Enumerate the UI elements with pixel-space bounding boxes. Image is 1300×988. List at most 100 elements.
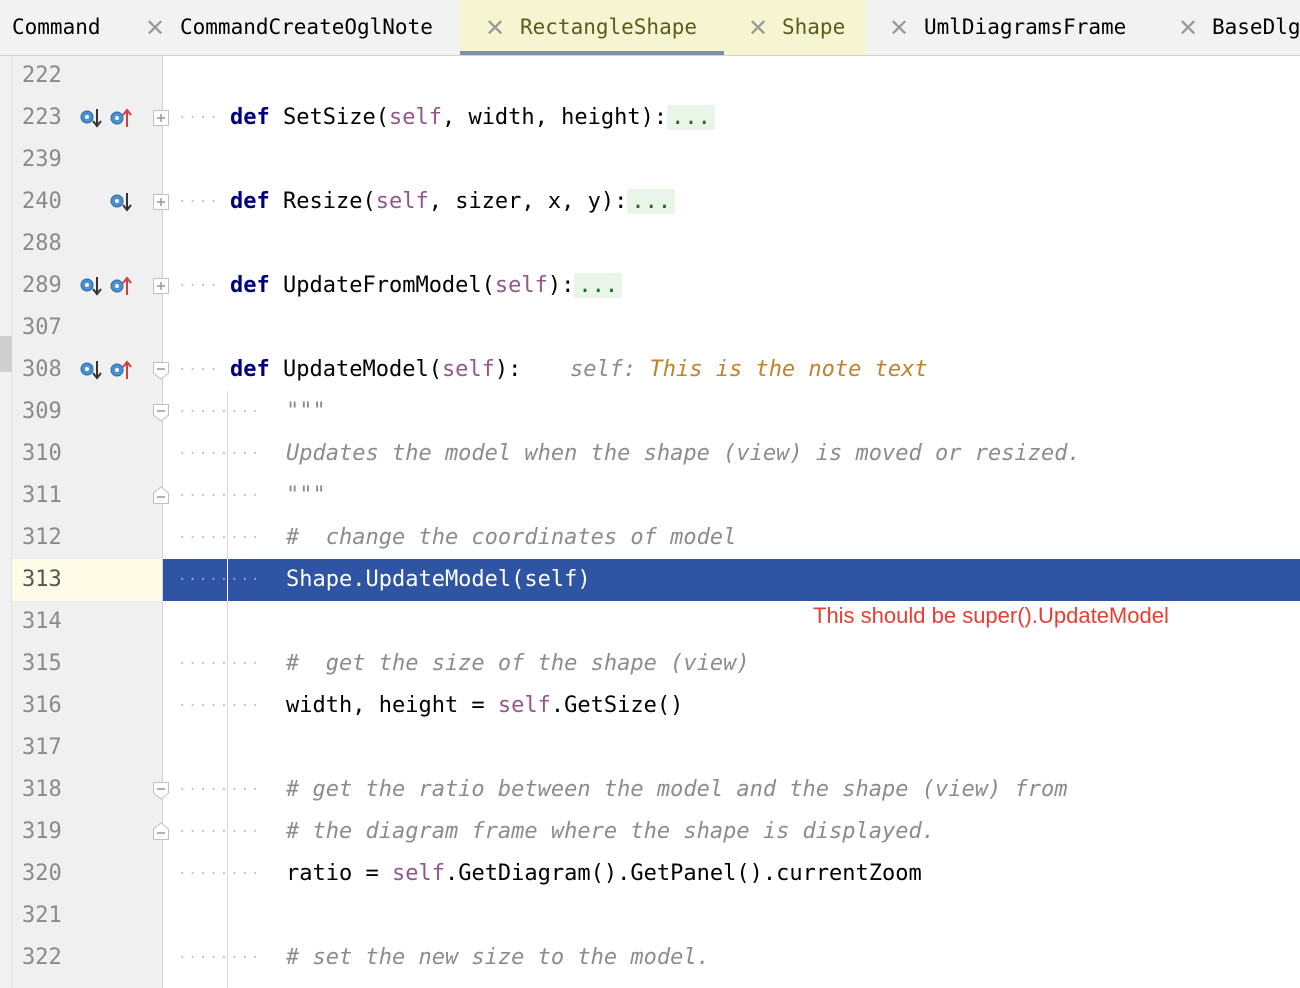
collapse-fold-icon[interactable]	[153, 362, 169, 380]
folded-code-placeholder[interactable]: ...	[574, 273, 623, 298]
code-text: # set the new size to the model.	[286, 937, 710, 979]
token: def	[230, 357, 270, 382]
token: self	[375, 189, 429, 214]
close-icon[interactable]: ✕	[889, 14, 909, 42]
line-number: 315	[22, 651, 62, 676]
token: , sizer, x, y):	[428, 189, 628, 214]
overriding-method-icon[interactable]	[108, 358, 132, 382]
line-number: 318	[22, 777, 62, 802]
code-text: # get the size of the shape (view)	[286, 643, 750, 685]
token: .GetDiagram().GetPanel().currentZoom	[444, 861, 922, 886]
whitespace-dots: ····	[178, 110, 220, 126]
line-number: 307	[22, 315, 62, 340]
code-text: # change the coordinates of model	[286, 517, 736, 559]
expand-fold-icon[interactable]	[153, 194, 169, 210]
token: self	[494, 273, 548, 298]
code-line: 316 ········ width, height = self.GetSiz…	[0, 685, 1300, 727]
whitespace-dots: ········	[178, 698, 262, 714]
inlay-hint-label: self:	[570, 357, 637, 382]
token: UpdateFromModel(	[269, 273, 495, 298]
collapse-fold-icon[interactable]	[153, 404, 169, 422]
code-line: 310 ········ Updates the model when the …	[0, 433, 1300, 475]
overriding-method-icon[interactable]	[108, 274, 132, 298]
expand-fold-icon[interactable]	[153, 110, 169, 126]
tab-shape[interactable]: ✕ Shape	[724, 0, 866, 55]
token: SetSize(	[269, 105, 389, 130]
token: # set the new size to the model.	[286, 945, 710, 970]
token: # get the size of the shape (view)	[286, 651, 750, 676]
code-text: ratio = self.GetDiagram().GetPanel().cur…	[286, 853, 922, 895]
token: , width, height):	[441, 105, 668, 130]
token: # change the coordinates of model	[286, 525, 737, 550]
tab-rectangleshape[interactable]: ✕ RectangleShape	[460, 0, 724, 55]
code-line: 239	[0, 139, 1300, 181]
tab-commandcreateoglnote[interactable]: ✕ CommandCreateOglNote	[130, 0, 460, 55]
tab-label: Command	[12, 15, 101, 39]
token: ):	[547, 273, 575, 298]
inlay-hint-value: This is the note text	[649, 357, 928, 382]
line-number: 317	[22, 735, 62, 760]
line-number: 289	[22, 273, 62, 298]
code-line: 320 ········ ratio = self.GetDiagram().G…	[0, 853, 1300, 895]
overridden-method-icon[interactable]	[108, 190, 132, 214]
folded-code-placeholder[interactable]: ...	[667, 105, 715, 130]
code-text: # get the ratio between the model and th…	[286, 769, 1067, 811]
overridden-method-icon[interactable]	[78, 358, 102, 382]
collapse-fold-icon[interactable]	[153, 782, 169, 800]
whitespace-dots: ········	[178, 446, 262, 462]
line-number: 321	[22, 903, 62, 928]
code-line: 289 ···· def UpdateFromModel(self):...	[0, 265, 1300, 307]
token: ):	[494, 357, 522, 382]
code-line-current: 313 ········ Shape.UpdateModel(self)	[0, 559, 1300, 601]
token: .GetSize()	[550, 693, 684, 718]
token: UpdateModel(	[269, 357, 442, 382]
overriding-method-icon[interactable]	[108, 106, 132, 130]
line-number: 316	[22, 693, 62, 718]
line-number: 309	[22, 399, 62, 424]
tab-label: Shape	[782, 15, 846, 39]
close-icon[interactable]: ✕	[748, 14, 768, 42]
whitespace-dots: ········	[178, 530, 262, 546]
line-number: 239	[22, 147, 62, 172]
code-line: 240 ···· def Resize(self, sizer, x, y):.…	[0, 181, 1300, 223]
close-icon[interactable]: ✕	[485, 14, 505, 42]
code-line: 315 ········ # get the size of the shape…	[0, 643, 1300, 685]
line-number: 222	[22, 63, 62, 88]
expand-fold-icon[interactable]	[153, 278, 169, 294]
token: # get the ratio between the model and th…	[286, 777, 1068, 802]
code-line: 307	[0, 307, 1300, 349]
overridden-method-icon[interactable]	[78, 274, 102, 298]
whitespace-dots: ····	[178, 194, 220, 210]
whitespace-dots: ········	[178, 488, 262, 504]
close-icon[interactable]: ✕	[145, 14, 165, 42]
tab-label: UmlDiagramsFrame	[924, 15, 1127, 39]
code-text: Shape.UpdateModel(self)	[286, 559, 591, 601]
token: def	[230, 105, 270, 130]
code-line: 223 ···· def SetSize(self, width, height…	[0, 97, 1300, 139]
whitespace-dots: ········	[178, 572, 262, 588]
line-number: 310	[22, 441, 62, 466]
close-icon[interactable]: ✕	[1178, 14, 1198, 42]
token: # the diagram frame where the shape is d…	[286, 819, 936, 844]
token: def	[230, 273, 270, 298]
folded-code-placeholder[interactable]: ...	[627, 189, 676, 214]
code-line: 322 ········ # set the new size to the m…	[0, 937, 1300, 979]
tab-basedlg[interactable]: ✕ BaseDlg	[1156, 0, 1300, 55]
whitespace-dots: ········	[178, 824, 262, 840]
tab-label: RectangleShape	[520, 15, 698, 39]
code-line: 318 ········ # get the ratio between the…	[0, 769, 1300, 811]
fold-end-icon[interactable]	[153, 486, 169, 504]
token: ratio =	[286, 861, 392, 886]
fold-end-icon[interactable]	[153, 822, 169, 840]
code-line: 309 ········ """	[0, 391, 1300, 433]
overridden-method-icon[interactable]	[78, 106, 102, 130]
tab-umldiagramsframe[interactable]: ✕ UmlDiagramsFrame	[866, 0, 1156, 55]
line-number: 223	[22, 105, 62, 130]
editor-tab-bar: Command ✕ CommandCreateOglNote ✕ Rectang…	[0, 0, 1300, 56]
code-text: def Resize(self, sizer, x, y):...	[230, 181, 676, 223]
code-text: """	[286, 391, 326, 433]
line-number: 312	[22, 525, 62, 550]
code-line: 311 ········ """	[0, 475, 1300, 517]
code-line: 319 ········ # the diagram frame where t…	[0, 811, 1300, 853]
tab-command[interactable]: Command	[0, 0, 130, 55]
